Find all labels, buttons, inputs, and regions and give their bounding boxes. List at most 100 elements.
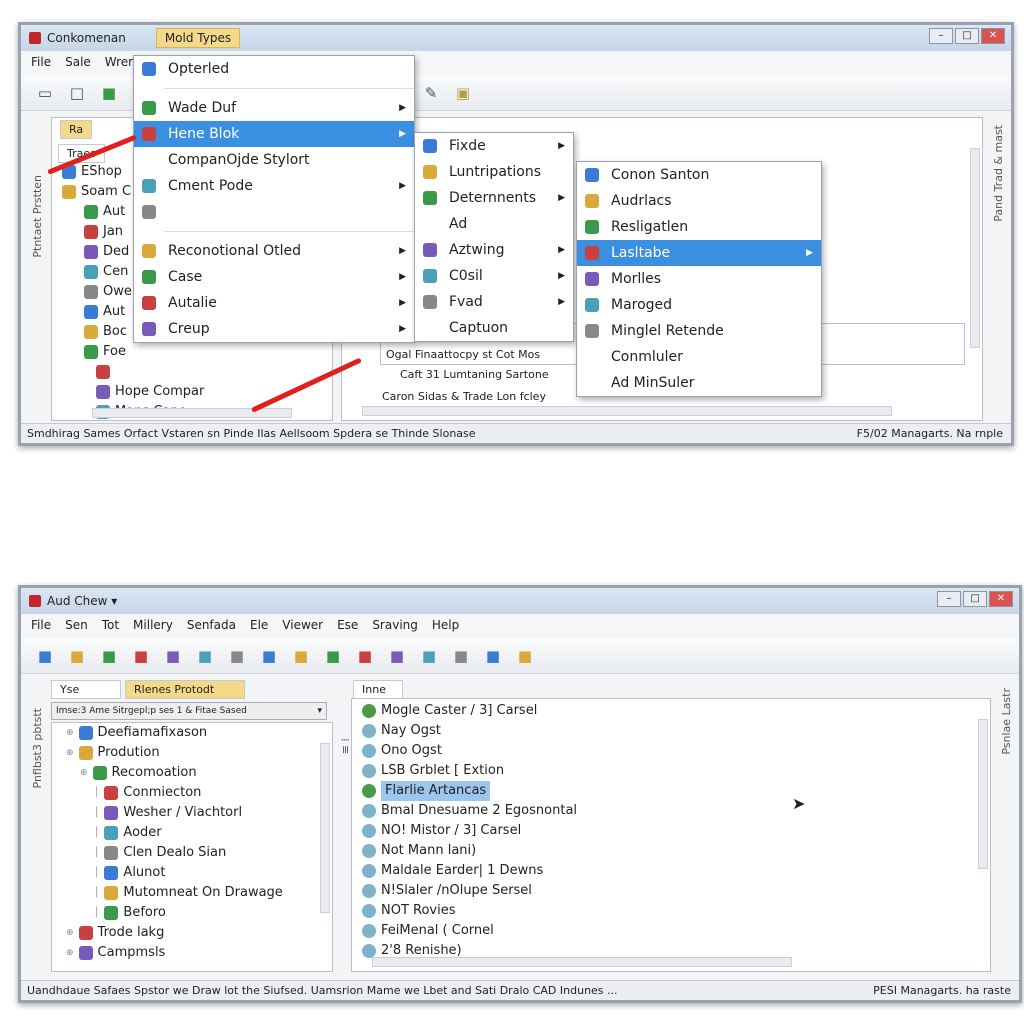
- tree-item[interactable]: │ Mutomneat On Drawage: [58, 883, 283, 903]
- title-tab[interactable]: Mold Types: [155, 28, 241, 48]
- menu-item[interactable]: Maroged: [577, 292, 821, 318]
- horizontal-scrollbar[interactable]: [92, 408, 292, 418]
- menu-item[interactable]: Morlles: [577, 266, 821, 292]
- tree-item[interactable]: Hope Compar: [62, 382, 218, 402]
- tree-item[interactable]: ⊕ Deefiamafixason: [58, 723, 283, 743]
- text-icon[interactable]: ■: [483, 646, 503, 666]
- expand-icon[interactable]: ⊕: [66, 743, 74, 763]
- expand-icon[interactable]: │: [94, 823, 99, 843]
- tree-item[interactable]: ⊕ Recomoation: [58, 763, 283, 783]
- menu-file[interactable]: File: [31, 55, 51, 69]
- menu-item[interactable]: Aztwing ▶: [415, 237, 573, 263]
- menu-item[interactable]: Conmluler: [577, 344, 821, 370]
- window-title[interactable]: Aud Chew ▾: [47, 594, 117, 608]
- green-icon[interactable]: ■: [99, 83, 119, 103]
- pin-icon[interactable]: ■: [355, 646, 375, 666]
- chart-icon[interactable]: ■: [323, 646, 343, 666]
- menu-item[interactable]: Wade Duf ▶: [134, 95, 414, 121]
- menu-ele[interactable]: Ele: [250, 618, 268, 632]
- document-icon[interactable]: ■: [35, 646, 55, 666]
- menu-sale[interactable]: Sale: [65, 55, 91, 69]
- menu-item[interactable]: Hene Blok ▶: [134, 121, 414, 147]
- list-item[interactable]: FeiMenal ( Cornel: [362, 921, 577, 941]
- expand-icon[interactable]: ⊕: [66, 723, 74, 743]
- menu-tot[interactable]: Tot: [102, 618, 119, 632]
- expand-icon[interactable]: │: [94, 903, 99, 923]
- close-button[interactable]: ✕: [981, 28, 1005, 44]
- list-item[interactable]: Not Mann lani): [362, 841, 577, 861]
- list-item[interactable]: LSB Grblet [ Extion: [362, 761, 577, 781]
- menu-file[interactable]: File: [31, 618, 51, 632]
- close-button[interactable]: ✕: [989, 591, 1013, 607]
- tree-item[interactable]: ⊕ Prodution: [58, 743, 283, 763]
- zoom-icon[interactable]: ■: [451, 646, 471, 666]
- layers-icon[interactable]: ■: [387, 646, 407, 666]
- tree-item[interactable]: │ Aoder: [58, 823, 283, 843]
- menu-item[interactable]: Case ▶: [134, 264, 414, 290]
- menu-item[interactable]: Fvad ▶: [415, 289, 573, 315]
- menu-item[interactable]: Luntripations: [415, 159, 573, 185]
- list-item[interactable]: NO! Mistor / 3] Carsel: [362, 821, 577, 841]
- globe-icon[interactable]: ■: [291, 646, 311, 666]
- list-item[interactable]: NOT Rovies: [362, 901, 577, 921]
- list-item[interactable]: Mogle Caster / 3] Carsel: [362, 701, 577, 721]
- filter-combo[interactable]: Imse:3 Ame Sitrgepl;p ses 1 & Fitae Sase…: [51, 702, 327, 720]
- list-item[interactable]: Ono Ogst: [362, 741, 577, 761]
- menu-item[interactable]: Opterled: [134, 56, 414, 82]
- frame-icon[interactable]: □: [67, 83, 87, 103]
- menu-item[interactable]: Autalie ▶: [134, 290, 414, 316]
- refresh-icon[interactable]: ■: [131, 646, 151, 666]
- maximize-button[interactable]: □: [963, 591, 987, 607]
- menu-help[interactable]: Help: [432, 618, 459, 632]
- wrench-icon[interactable]: ✎: [421, 83, 441, 103]
- users-icon[interactable]: ■: [419, 646, 439, 666]
- search-icon[interactable]: ■: [227, 646, 247, 666]
- expand-icon[interactable]: │: [94, 783, 99, 803]
- tab-rlenes-protodt[interactable]: Rlenes Protodt: [125, 680, 245, 699]
- menu-item[interactable]: Creup ▶: [134, 316, 414, 342]
- minimize-button[interactable]: –: [937, 591, 961, 607]
- vertical-scrollbar[interactable]: [970, 148, 980, 348]
- image-icon[interactable]: ▣: [453, 83, 473, 103]
- expand-icon[interactable]: ⊕: [66, 943, 74, 963]
- menu-item[interactable]: C0sil ▶: [415, 263, 573, 289]
- tree-item[interactable]: ⊕ Campmsls: [58, 943, 283, 963]
- menu-sraving[interactable]: Sraving: [372, 618, 418, 632]
- menu-item[interactable]: Lasltabe ▶: [577, 240, 821, 266]
- menu-item[interactable]: Fixde ▶: [415, 133, 573, 159]
- expand-icon[interactable]: │: [94, 843, 99, 863]
- tree-item[interactable]: │ Beforo: [58, 903, 283, 923]
- open-icon[interactable]: ▭: [35, 83, 55, 103]
- menu-sen[interactable]: Sen: [65, 618, 88, 632]
- tree-item[interactable]: [62, 362, 218, 382]
- menu-item[interactable]: Captuon: [415, 315, 573, 341]
- list-item[interactable]: Nay Ogst: [362, 721, 577, 741]
- tree-item[interactable]: │ Conmiecton: [58, 783, 283, 803]
- expand-icon[interactable]: ⊕: [66, 923, 74, 943]
- expand-icon[interactable]: │: [94, 883, 99, 903]
- expand-icon[interactable]: │: [94, 863, 99, 883]
- save-icon[interactable]: ■: [163, 646, 183, 666]
- vertical-scrollbar[interactable]: [978, 719, 988, 869]
- tree-item[interactable]: Foe: [62, 342, 218, 362]
- expand-icon[interactable]: ⊕: [80, 763, 88, 783]
- list-item[interactable]: Flarlie Artancas: [362, 781, 577, 801]
- list-item[interactable]: Maldale Earder| 1 Dewns: [362, 861, 577, 881]
- menu-viewer[interactable]: Viewer: [282, 618, 323, 632]
- tag-icon[interactable]: ■: [195, 646, 215, 666]
- menu-item[interactable]: Ad: [415, 211, 573, 237]
- list-item[interactable]: Bmal Dnesuame 2 Egosnontal: [362, 801, 577, 821]
- menu-millery[interactable]: Millery: [133, 618, 173, 632]
- horizontal-scrollbar[interactable]: [362, 406, 892, 416]
- menu-item[interactable]: Audrlacs: [577, 188, 821, 214]
- menu-item[interactable]: CompanOjde Stylort: [134, 147, 414, 173]
- menu-item[interactable]: Reconotional Otled ▶: [134, 238, 414, 264]
- menu-item[interactable]: Ad MinSuler: [577, 370, 821, 396]
- tree-item[interactable]: │ Alunot: [58, 863, 283, 883]
- menu-item[interactable]: Resligatlen: [577, 214, 821, 240]
- rect-icon[interactable]: ■: [515, 646, 535, 666]
- pen-icon[interactable]: ■: [67, 646, 87, 666]
- menu-item[interactable]: Cment Pode ▶: [134, 173, 414, 199]
- tab-yse[interactable]: Yse: [51, 680, 121, 699]
- menu-item[interactable]: [134, 199, 414, 225]
